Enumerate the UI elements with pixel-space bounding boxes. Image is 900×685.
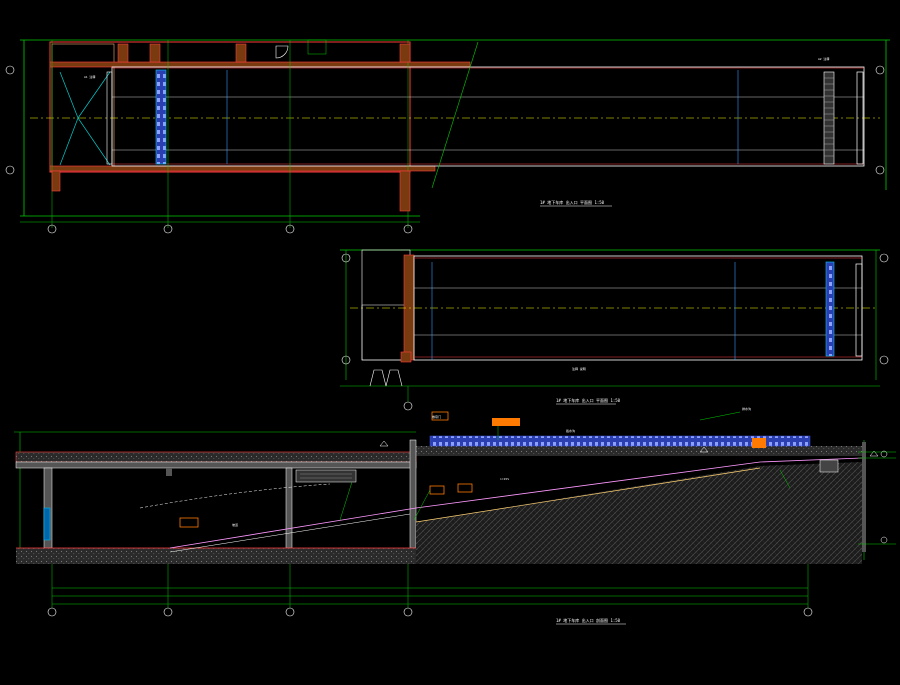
gate-sign: 卷帘门 <box>432 414 441 419</box>
plan-upper: A1 注释 A2 注释 1# 地下车库 出入口 平面图 1:50 <box>5 39 890 234</box>
top-right-note: 排水沟 <box>742 406 751 411</box>
svg-text:A1 注释: A1 注释 <box>84 74 95 79</box>
cad-drawing: A1 注释 A2 注释 1# 地下车库 出入口 平面图 1:50 注释 说明 1… <box>5 39 896 625</box>
view-caption-section: 1# 地下车库 出入口 剖面图 1:50 <box>556 617 621 623</box>
door-swing-icon <box>275 45 289 59</box>
svg-text:A2 注释: A2 注释 <box>818 56 829 61</box>
ramp-note: 坡道 <box>232 522 238 527</box>
view-caption-plan-lower: 1# 地下车库 出入口 平面图 1:50 <box>556 397 621 403</box>
grid-bubble-icon <box>5 65 885 234</box>
svg-text:注释 说明: 注释 说明 <box>572 366 586 371</box>
drain-note: 截水沟 <box>566 428 575 433</box>
plan-lower: 注释 说明 1# 地下车库 出入口 平面图 1:50 <box>340 249 889 411</box>
slope-note: i=15% <box>500 477 509 481</box>
view-caption-plan-upper: 1# 地下车库 出入口 平面图 1:50 <box>540 199 605 205</box>
section-view: 卷帘门 截水沟 i=15% 坡道 排水沟 1# 地下车库 出入口 剖面图 1:5… <box>14 406 896 625</box>
